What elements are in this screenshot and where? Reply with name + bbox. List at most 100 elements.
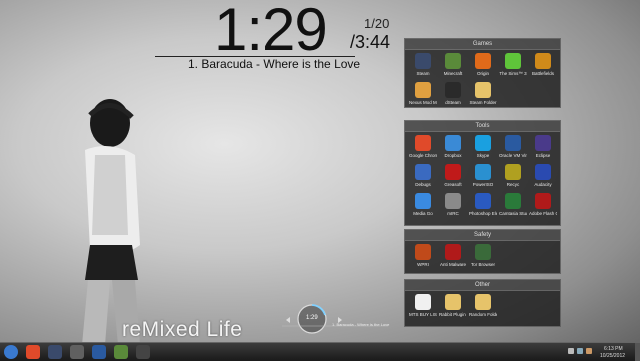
folder-icon [475,294,491,310]
previous-icon[interactable] [286,317,290,323]
desktop-shortcut[interactable]: Origin [469,53,497,76]
desktop-shortcut[interactable]: Random Folders [469,294,497,317]
fence-safety[interactable]: Safety WPRI Anti Malware Tor Browser [404,229,561,274]
chrome-icon [415,135,431,151]
desktop-shortcut[interactable]: Oracle VM VirtualBox [499,135,527,158]
fence-title: Other [405,280,560,291]
wallpaper-figure [82,99,140,345]
tray-icons[interactable] [568,348,598,356]
taskbar: 6:13 PM 10/25/2012 [0,342,640,361]
desktop-shortcut[interactable]: Audacity [529,164,557,187]
track-position: 1/20 [364,16,390,31]
desktop-shortcut[interactable]: Tor Browser [469,244,497,267]
shortcut-label: Google Chrome [409,153,437,158]
desktop-shortcut[interactable]: Battlefields [529,53,557,76]
volume-icon[interactable] [568,348,574,354]
dsteam-icon [445,82,461,98]
recyc-icon [505,164,521,180]
chrome-icon[interactable] [26,345,40,359]
mediago-icon [415,193,431,209]
desktop-shortcut[interactable]: Greasoft [439,164,467,187]
flash-icon [535,193,551,209]
shortcut-label: Oracle VM VirtualBox [499,153,527,158]
shortcut-label: Rabbit Plugin Making [439,312,467,317]
sims-icon [505,53,521,69]
desktop-shortcut[interactable]: Skype [469,135,497,158]
desktop-shortcut[interactable]: Debugs [409,164,437,187]
desktop-shortcut[interactable]: Nexus Mod Manager [409,82,437,105]
shortcut-label: Debugs [415,182,431,187]
desktop-shortcut[interactable]: Minecraft [439,53,467,76]
track-title: 1. Baracuda - Where is the Love [188,57,361,71]
shortcut-label: Camtasia Studio 8 [499,211,527,216]
shortcut-label: Adobe Flash CS6 [529,211,557,216]
fence-games[interactable]: Games Steam Minecraft Origin The Sims™ 3 Bat… [404,38,561,108]
minecraft-icon[interactable] [114,345,128,359]
desktop-shortcut[interactable]: Camtasia Studio 8 [499,193,527,216]
desktop-shortcut[interactable]: Google Chrome [409,135,437,158]
shortcut-label: Photoshop Elements 9 [469,211,497,216]
greasoft-icon [445,164,461,180]
virtualbox-icon [505,135,521,151]
track-length: /3:44 [350,32,391,52]
desktop-shortcut[interactable]: Eclipse [529,135,557,158]
document-icon [415,294,431,310]
desktop-shortcut[interactable]: Recyc [499,164,527,187]
desktop-shortcut[interactable]: Adobe Flash CS6 [529,193,557,216]
desktop-shortcut[interactable]: Steam [409,53,437,76]
desktop-shortcut[interactable]: mIRC [439,193,467,216]
desktop-shortcut[interactable]: WPRI [409,244,437,267]
desktop-shortcut[interactable]: dSteam [439,82,467,105]
desktop-shortcut[interactable]: MTS BUY LIST [409,294,437,317]
tray-date[interactable]: 10/25/2012 [600,353,625,359]
shortcut-label: Dropbox [444,153,462,158]
origin-icon [475,53,491,69]
desktop-shortcut[interactable]: PowerISO [469,164,497,187]
desktop-shortcut[interactable]: The Sims™ 3 [499,53,527,76]
fence-icons: Google Chrome Dropbox Skype Oracle VM Virtu… [405,132,560,216]
tor-icon [475,244,491,260]
poweriso-icon [475,164,491,180]
desktop-shortcut[interactable]: Photoshop Elements 9 [469,193,497,216]
desktop-shortcut[interactable]: Rabbit Plugin Making [439,294,467,317]
show-desktop-button[interactable] [635,343,640,361]
network-icon[interactable] [577,348,583,354]
winamp-icon[interactable] [70,345,84,359]
shortcut-label: Steam Folder [469,100,497,105]
desktop-shortcut[interactable]: Dropbox [439,135,467,158]
shortcut-label: Tor Browser [470,262,495,267]
skype-icon [475,135,491,151]
desktop-shortcut[interactable]: Anti Malware [439,244,467,267]
folder-icon [475,82,491,98]
shortcut-label: Skype [476,153,490,158]
photoshop-icon [475,193,491,209]
cmd-icon[interactable] [136,345,150,359]
fence-title: Games [405,39,560,50]
notepad-icon[interactable] [92,345,106,359]
shortcut-label: PowerISO [472,182,494,187]
desktop-shortcut[interactable]: Media Go [409,193,437,216]
media-player[interactable] [280,302,390,336]
shortcut-label: Steam [416,71,430,76]
camtasia-icon [505,193,521,209]
fence-other[interactable]: Other MTS BUY LISTRabbit Plugin MakingRa… [404,279,561,327]
fence-title: Safety [405,230,560,241]
start-orb-icon[interactable] [4,345,18,359]
malware-icon [445,244,461,260]
tray-time[interactable]: 6:13 PM [604,346,623,352]
flag-icon[interactable] [586,348,592,354]
player-time: 1:29 [306,315,318,321]
clock-time: 1:29 [214,0,328,63]
shortcut-label: The Sims™ 3 [499,71,527,76]
shortcut-label: Media Go [413,211,433,216]
player-track-title: 1. Baracuda - Where is the Love [332,322,390,327]
shield-icon [415,244,431,260]
shortcut-label: Battlefields [531,71,554,76]
steam-icon[interactable] [48,345,62,359]
desktop-shortcut[interactable]: Steam Folder [469,82,497,105]
shortcut-label: MTS BUY LIST [409,312,437,317]
audacity-icon [535,164,551,180]
shortcut-label: Anti Malware [439,262,466,267]
shortcut-label: Recyc [506,182,520,187]
fence-tools[interactable]: Tools Google Chrome Dropbox Skype Oracle VM… [404,120,561,226]
